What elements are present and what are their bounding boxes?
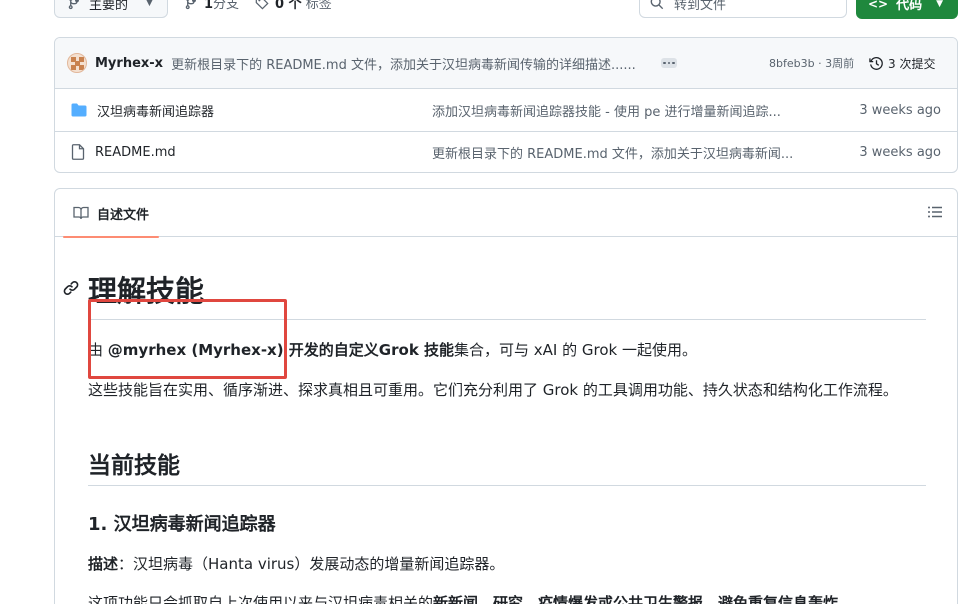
tags-count: 0 个 [275, 0, 302, 12]
readme-heading-3: 1. 汉坦病毒新闻追踪器 [88, 514, 276, 535]
file-list: Myrhex-x 更新根目录下的 README.md 文件，添加关于汉坦病毒新闻… [54, 37, 958, 173]
tag-icon [255, 0, 269, 10]
skill-detail-prefix: 这项功能只会抓取自上次使用以来与汉坦病毒相关的 [88, 594, 434, 604]
intro-suffix: 集合，可与 xAI 的 Grok 一起使用。 [454, 341, 697, 359]
intro-prefix: 由 [88, 341, 108, 359]
branches-count: 1 [204, 0, 214, 12]
code-icon: <> [868, 0, 889, 11]
tags-label: 标签 [305, 0, 332, 12]
commit-message-link[interactable]: 更新根目录下的 README.md 文件，添加关于汉坦病毒新闻传输的详细描述..… [171, 54, 636, 73]
description-paragraph: 这些技能旨在实用、循序渐进、探求真相且可重用。它们充分利用了 Grok 的工具调… [88, 381, 898, 399]
expand-commit-button[interactable] [661, 58, 677, 68]
file-icon [71, 144, 85, 160]
chevron-down-icon: ▼ [936, 0, 944, 9]
search-icon [650, 0, 664, 10]
folder-icon [71, 103, 87, 117]
file-row[interactable]: README.md 更新根目录下的 README.md 文件，添加关于汉坦病毒新… [55, 131, 957, 172]
skill-description-label: 描述 [88, 555, 119, 573]
intro-paragraph: 由 @myrhex (Myrhex-x) 开发的自定义Grok 技能集合，可与 … [88, 340, 697, 360]
go-to-file-input[interactable]: 转到文件 [639, 0, 847, 18]
skill-description: 描述：汉坦病毒（Hanta virus）发展动态的增量新闻追踪器。 [88, 553, 504, 575]
outline-list-icon[interactable] [927, 204, 943, 220]
tags-link[interactable]: 0 个 标签 [255, 0, 332, 12]
branch-icon [185, 0, 196, 9]
branch-icon [68, 0, 79, 10]
file-name-link[interactable]: 汉坦病毒新闻追踪器 [97, 101, 214, 120]
intro-bold: @myrhex (Myrhex-x) 开发的自定义Grok 技能 [107, 341, 455, 359]
book-icon [73, 206, 89, 220]
commit-count-label: 3 次提交 [888, 56, 936, 71]
file-name-link[interactable]: README.md [95, 145, 176, 160]
file-commit-message-link[interactable]: 添加汉坦病毒新闻追踪器技能 - 使用 pe 进行增量新闻追踪... [432, 101, 781, 120]
readme-heading-1: 理解技能 [88, 274, 205, 308]
branches-link[interactable]: 1分支 [184, 0, 239, 12]
skill-description-text: ：汉坦病毒（Hanta virus）发展动态的增量新闻追踪器。 [118, 555, 505, 573]
branches-label: 分支 [213, 0, 240, 12]
tab-readme[interactable]: 自述文件 [63, 189, 160, 238]
skill-detail-paragraph: 这项功能只会抓取自上次使用以来与汉坦病毒相关的新新闻、研究、疫情爆发或公共卫生警… [88, 592, 838, 604]
readme-header: 自述文件 [55, 189, 957, 238]
file-row[interactable]: 汉坦病毒新闻追踪器 添加汉坦病毒新闻追踪器技能 - 使用 pe 进行增量新闻追踪… [55, 89, 957, 131]
file-commit-time: 3 weeks ago [859, 102, 941, 118]
code-button-label: 代码 [896, 0, 923, 13]
avatar[interactable] [67, 53, 87, 73]
commit-author-link[interactable]: Myrhex-x [95, 56, 163, 71]
commits-history-link[interactable]: 3 次提交 [869, 55, 935, 72]
code-button[interactable]: <> 代码 ▼ [856, 0, 958, 19]
link-icon[interactable] [63, 280, 79, 296]
latest-commit-bar: Myrhex-x 更新根目录下的 README.md 文件，添加关于汉坦病毒新闻… [55, 38, 957, 89]
readme-tab-label: 自述文件 [97, 207, 150, 223]
chevron-down-icon: ▼ [146, 0, 153, 8]
skill-detail-bold: 新新闻、研究、疫情爆发或公共卫生警报，避免重复信息轰炸 [433, 594, 839, 604]
heading-divider [88, 319, 926, 320]
branch-select-button[interactable]: 主要的 ▼ [54, 0, 168, 18]
commit-hash-link[interactable]: 8bfeb3b · 3周前 [769, 55, 854, 71]
history-icon [869, 56, 883, 70]
heading-divider [88, 485, 926, 486]
file-commit-message-link[interactable]: 更新根目录下的 README.md 文件，添加关于汉坦病毒新闻... [432, 143, 793, 162]
readme-heading-2: 当前技能 [88, 453, 180, 479]
search-placeholder: 转到文件 [674, 0, 727, 13]
file-commit-time: 3 weeks ago [859, 144, 941, 160]
readme-panel: 自述文件 理解技能 由 @myrhex (Myrhex-x) 开发的自定义Gro… [54, 188, 958, 604]
branch-label: 主要的 [89, 0, 129, 13]
